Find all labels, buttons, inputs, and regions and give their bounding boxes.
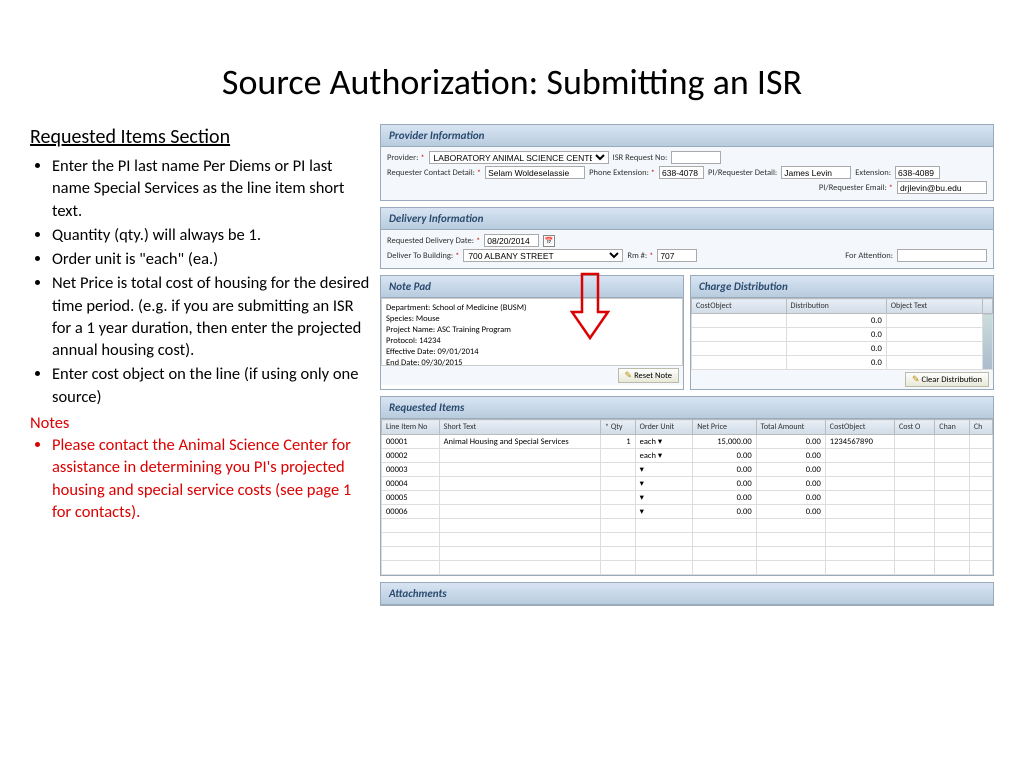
date-label: Requested Delivery Date: * <box>387 236 480 246</box>
provider-label: Provider: * <box>387 153 425 163</box>
notes-heading: Notes <box>30 412 370 434</box>
charge-panel: Charge Distribution CostObjectDistributi… <box>690 275 994 390</box>
table-row: 00004▾0.000.00 <box>382 477 993 491</box>
list-item: Quantity (qty.) will always be 1. <box>52 224 370 246</box>
pencil-icon: ✎ <box>912 374 920 385</box>
list-item: Please contact the Animal Science Center… <box>52 434 370 523</box>
chevron-down-icon[interactable]: ▾ <box>640 507 644 517</box>
list-item: Enter the PI last name Per Diems or PI l… <box>52 155 370 222</box>
list-item: Net Price is total cost of housing for t… <box>52 272 370 361</box>
notepad-text[interactable]: Department: School of Medicine (BUSM) Sp… <box>381 298 683 366</box>
arrow-annotation-icon <box>570 272 610 342</box>
calendar-icon[interactable]: 📅 <box>543 235 555 247</box>
table-row <box>382 519 993 533</box>
chevron-down-icon[interactable]: ▾ <box>658 451 662 461</box>
table-row: 00005▾0.000.00 <box>382 491 993 505</box>
reset-note-button[interactable]: ✎Reset Note <box>618 368 679 383</box>
contact-input[interactable] <box>485 166 585 179</box>
instructions-panel: Requested Items Section Enter the PI las… <box>30 124 370 612</box>
table-row <box>382 547 993 561</box>
panel-heading: Note Pad <box>381 276 683 298</box>
rm-label: Rm #: * <box>627 251 653 261</box>
panel-heading: Provider Information <box>381 125 993 147</box>
table-row: 00006▾0.000.00 <box>382 505 993 519</box>
table-row <box>382 561 993 575</box>
provider-select[interactable]: LABORATORY ANIMAL SCIENCE CENTER <box>429 151 609 164</box>
bldg-select[interactable]: 700 ALBANY STREET <box>463 249 623 262</box>
chevron-down-icon[interactable]: ▾ <box>640 493 644 503</box>
bldg-label: Deliver To Building: * <box>387 251 459 261</box>
rm-input[interactable] <box>657 249 697 262</box>
date-input[interactable] <box>484 234 539 247</box>
ext-label: Extension: <box>855 168 891 178</box>
instruction-list: Enter the PI last name Per Diems or PI l… <box>30 155 370 408</box>
pencil-icon: ✎ <box>625 370 633 381</box>
table-row: 0.0 <box>692 328 993 342</box>
slide-title: Source Authorization: Submitting an ISR <box>0 0 1024 124</box>
att-input[interactable] <box>897 249 987 262</box>
notepad-panel: Note Pad Department: School of Medicine … <box>380 275 684 390</box>
list-item: Enter cost object on the line (if using … <box>52 363 370 408</box>
isr-label: ISR Request No: <box>613 153 668 163</box>
panel-heading: Delivery Information <box>381 208 993 230</box>
ext-input[interactable] <box>895 166 940 179</box>
list-item: Order unit is "each" (ea.) <box>52 248 370 270</box>
att-label: For Attention: <box>845 251 893 261</box>
table-row <box>382 533 993 547</box>
chevron-down-icon[interactable]: ▾ <box>640 479 644 489</box>
notes-list: Please contact the Animal Science Center… <box>30 434 370 523</box>
attachments-panel: Attachments <box>380 582 994 606</box>
panel-heading: Charge Distribution <box>691 276 993 298</box>
delivery-panel: Delivery Information Requested Delivery … <box>380 207 994 269</box>
email-input[interactable] <box>897 181 987 194</box>
phone-label: Phone Extension: * <box>589 168 655 178</box>
table-row: 00003▾0.000.00 <box>382 463 993 477</box>
pidetail-input[interactable] <box>781 166 851 179</box>
pidetail-label: PI/Requester Detail: <box>708 168 777 178</box>
contact-label: Requester Contact Detail: * <box>387 168 481 178</box>
chevron-down-icon[interactable]: ▾ <box>658 437 662 447</box>
charge-table: CostObjectDistributionObject Text 0.0 0.… <box>691 298 993 370</box>
table-row: 00001Animal Housing and Special Services… <box>382 435 993 449</box>
screenshot-panel: Provider Information Provider: * LABORAT… <box>380 124 994 612</box>
phone-input[interactable] <box>659 166 704 179</box>
items-panel: Requested Items Line Item No Short Text … <box>380 396 994 576</box>
items-table: Line Item No Short Text * Qty Order Unit… <box>381 419 993 575</box>
email-label: PI/Requester Email: * <box>819 183 893 193</box>
scrollbar[interactable] <box>983 314 993 370</box>
chevron-down-icon[interactable]: ▾ <box>640 465 644 475</box>
table-row: 00002each ▾0.000.00 <box>382 449 993 463</box>
isr-input[interactable] <box>671 151 721 164</box>
clear-distribution-button[interactable]: ✎Clear Distribution <box>905 372 989 387</box>
table-row: 0.0 <box>692 342 993 356</box>
section-heading: Requested Items Section <box>30 124 370 151</box>
panel-heading: Requested Items <box>381 397 993 419</box>
table-row: 0.0 <box>692 314 993 328</box>
table-row: 0.0 <box>692 356 993 370</box>
panel-heading: Attachments <box>381 583 993 605</box>
provider-panel: Provider Information Provider: * LABORAT… <box>380 124 994 201</box>
